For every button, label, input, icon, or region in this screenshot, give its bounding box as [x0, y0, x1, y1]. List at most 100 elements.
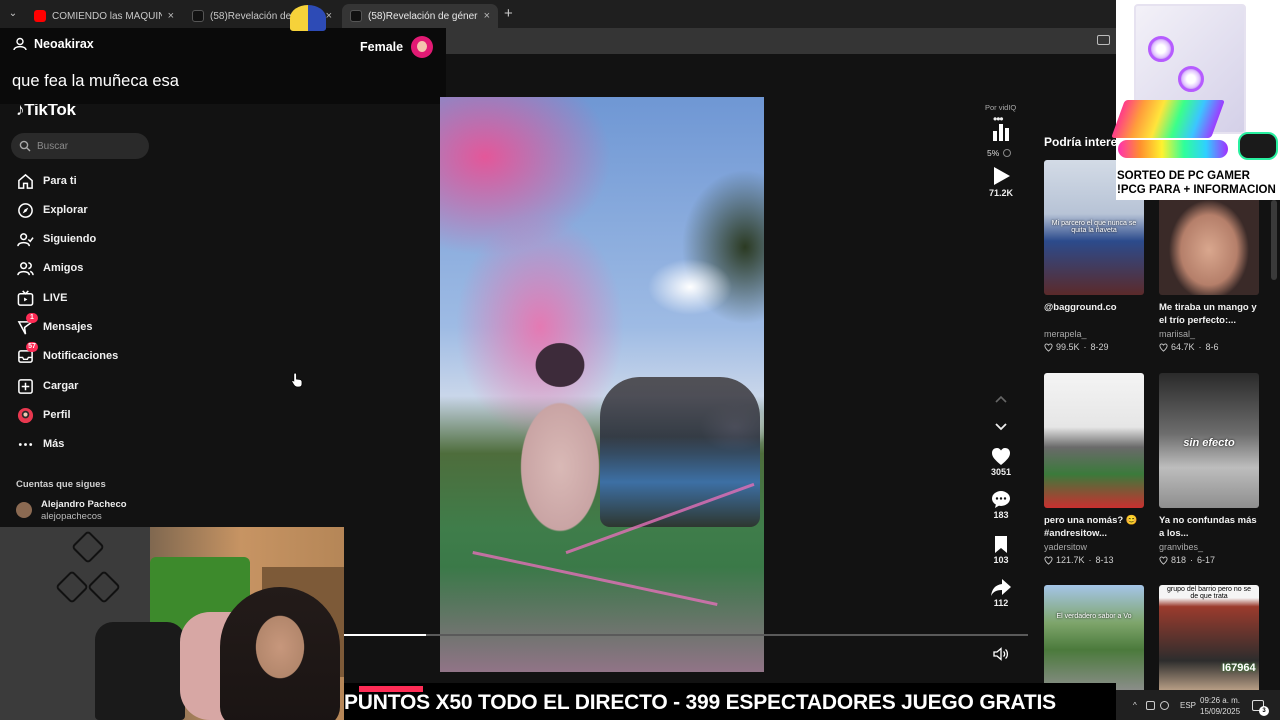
stat-percent: 5%	[987, 148, 1012, 158]
tiktok-icon	[192, 10, 204, 22]
followed-account-handle: alejopachecos	[41, 511, 102, 522]
gender-label: Female	[360, 40, 404, 54]
suggested-video-card[interactable]: sin efecto Ya no confundas más a los... …	[1159, 373, 1259, 565]
sidebar-item-siguiendo[interactable]: Siguiendo	[16, 229, 96, 249]
network-icon[interactable]	[1146, 701, 1155, 710]
card-title: Ya no confundas más a los...	[1159, 515, 1257, 539]
search-icon	[19, 140, 31, 152]
mouse-image	[1238, 132, 1278, 160]
tab-title: (58)Revelación de género: ¡Es un	[368, 10, 478, 22]
card-stats: 99.5K · 8-29	[1044, 342, 1144, 352]
notification-count-badge: 3	[1259, 706, 1269, 716]
speaker-icon[interactable]	[1160, 701, 1169, 710]
chat-user: Neoakirax	[13, 37, 94, 51]
youtube-icon	[34, 10, 46, 22]
upload-plus-icon	[16, 377, 34, 395]
user-icon	[13, 37, 27, 51]
card-title: Me tiraba un mango y el trío perfecto:..…	[1159, 302, 1257, 326]
video-progress-bar[interactable]	[344, 634, 1028, 636]
suggested-video-card[interactable]: grupo del barrio pero no se de que trata	[1159, 585, 1259, 693]
previous-video-icon[interactable]	[994, 393, 1008, 407]
user-check-icon	[16, 230, 34, 248]
gender-avatar-icon	[411, 36, 434, 58]
suggested-video-card[interactable]: pero una nomás? 😊 #andresitow... yadersi…	[1044, 373, 1144, 565]
sidebar-item-explorar[interactable]: Explorar	[16, 200, 88, 220]
browser-tab-1[interactable]: COMIENDO las MÁQUINAS EXPE ×	[26, 4, 182, 28]
close-tab-icon[interactable]: ×	[168, 10, 174, 22]
webcam-feed	[0, 527, 344, 720]
card-author: granvibes_	[1159, 542, 1204, 552]
play-icon	[994, 167, 1010, 185]
clock[interactable]: 09:26 a. m. 15/09/2025	[1200, 695, 1240, 717]
followed-account-name: Alejandro Pacheco	[41, 499, 127, 510]
address-bar[interactable]	[446, 28, 1116, 54]
sidebar-item-para-ti[interactable]: Para ti	[16, 171, 77, 191]
card-author: merapela_	[1044, 329, 1087, 339]
sidebar-item-notificaciones[interactable]: 57 Notificaciones	[16, 342, 118, 366]
card-stats: 818 · 6-17	[1159, 555, 1259, 565]
video-crowd	[600, 377, 760, 527]
saves-count: 103	[993, 555, 1009, 565]
browser-tab-3-active[interactable]: (58)Revelación de género: ¡Es un ×	[342, 4, 498, 28]
tab-search-button[interactable]: ⌄	[4, 5, 22, 23]
comment-icon	[992, 491, 1010, 508]
chat-username: Neoakirax	[34, 37, 94, 51]
viewer-watermark: I67964	[1222, 662, 1256, 674]
followed-account[interactable]: Alejandro Pacheco alejopachecos	[16, 499, 127, 523]
sidebar-item-cargar[interactable]: Cargar	[16, 376, 78, 396]
views-button[interactable]: 71.2K	[981, 165, 1021, 198]
send-icon: 1	[16, 313, 38, 336]
screen: ⌄ COMIENDO las MÁQUINAS EXPE × (58)Revel…	[0, 0, 1280, 720]
avatar	[16, 502, 32, 518]
heart-outline-icon	[1159, 342, 1168, 352]
heart-outline-icon	[1159, 555, 1168, 565]
suggested-video-card[interactable]: El verdadero sabor a Vo	[1044, 585, 1144, 693]
card-title: pero una nomás? 😊 #andresitow...	[1044, 515, 1138, 539]
video-thumbnail: grupo del barrio pero no se de que trata	[1159, 585, 1259, 693]
keyboard-language[interactable]: ESP	[1180, 701, 1196, 710]
search-input[interactable]: Buscar	[11, 133, 149, 159]
comments-count: 183	[993, 510, 1009, 520]
gaming-chair	[95, 622, 185, 720]
card-author: yadersitow	[1044, 542, 1088, 552]
tab-title: COMIENDO las MÁQUINAS EXPE	[52, 10, 162, 22]
comment-button[interactable]: 183	[981, 490, 1021, 520]
next-video-icon[interactable]	[994, 419, 1008, 433]
sponsor-text-line2: !PCG PARA + INFORMACION	[1117, 184, 1276, 196]
stats-button[interactable]	[981, 122, 1021, 142]
new-tab-button[interactable]: +	[504, 5, 513, 22]
like-button[interactable]: 3051	[981, 447, 1021, 477]
home-icon	[16, 172, 34, 190]
share-icon	[991, 579, 1011, 596]
sidebar-item-live[interactable]: LIVE	[16, 288, 67, 308]
cast-icon[interactable]	[1097, 35, 1110, 45]
inbox-icon: 57	[16, 342, 38, 365]
heart-outline-icon	[1044, 555, 1053, 565]
video-thumbnail: El verdadero sabor a Vo	[1044, 585, 1144, 693]
sidebar-item-amigos[interactable]: Amigos	[16, 258, 83, 278]
live-tv-icon	[16, 289, 34, 307]
sidebar-item-mensajes[interactable]: 1 Mensajes	[16, 313, 93, 337]
video-progress-fill	[344, 634, 427, 636]
heart-outline-icon	[1044, 342, 1053, 352]
video-player[interactable]	[440, 97, 764, 672]
shares-count: 112	[993, 598, 1009, 608]
clock-time: 09:26 a. m.	[1200, 696, 1241, 705]
volume-icon[interactable]	[993, 647, 1009, 661]
notifications-badge: 57	[26, 342, 38, 352]
suggestions-scrollbar[interactable]	[1271, 200, 1277, 280]
following-section-title: Cuentas que sigues	[16, 479, 106, 490]
stream-ticker-text: PUNTOS X50 TODO EL DIRECTO - 399 ESPECTA…	[344, 691, 1056, 714]
heart-icon	[992, 448, 1010, 465]
info-icon	[1003, 149, 1012, 157]
share-button[interactable]: 112	[981, 578, 1021, 608]
sidebar-item-perfil[interactable]: Perfil	[16, 405, 71, 425]
close-tab-icon[interactable]: ×	[326, 10, 332, 22]
sidebar-item-mas[interactable]: Más	[16, 434, 64, 454]
users-icon	[16, 259, 34, 277]
search-placeholder: Buscar	[37, 140, 69, 152]
save-button[interactable]: 103	[981, 535, 1021, 565]
close-tab-icon[interactable]: ×	[484, 10, 490, 22]
chevron-up-icon[interactable]: ^	[1133, 701, 1142, 710]
hand-cursor-icon	[291, 372, 303, 388]
